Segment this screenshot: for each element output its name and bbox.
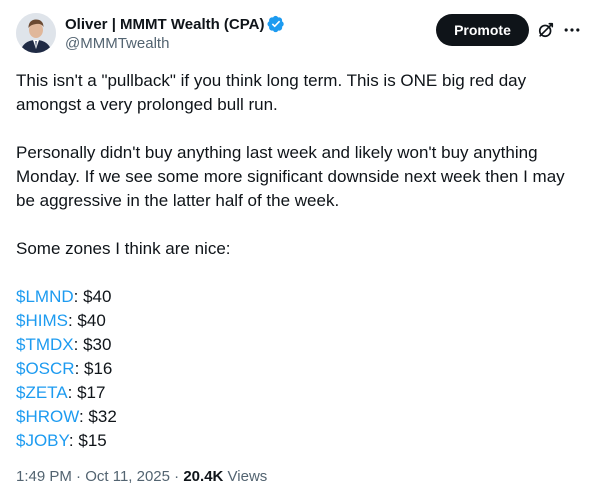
ticker-price: : $15 xyxy=(68,431,107,450)
ticker-price: : $17 xyxy=(67,383,106,402)
cashtag-link[interactable]: $ZETA xyxy=(16,383,68,402)
ticker-price: : $40 xyxy=(67,311,106,330)
ticker-line: $TMDX: $30 xyxy=(16,333,576,357)
tweet-paragraph: Some zones I think are nice: xyxy=(16,239,231,258)
ticker-line: $LMND: $40 xyxy=(16,285,576,309)
more-icon[interactable] xyxy=(562,20,582,40)
ticker-price: : $30 xyxy=(73,335,112,354)
ticker-line: $HIMS: $40 xyxy=(16,309,576,333)
tweet-body: This isn't a "pullback" if you think lon… xyxy=(16,69,576,453)
avatar-photo xyxy=(16,13,56,53)
tweet-meta: 1:49 PM · Oct 11, 2025 · 20.4K Views xyxy=(16,468,267,485)
cashtag-link[interactable]: $HIMS xyxy=(16,311,68,330)
author-handle[interactable]: @MMMTwealth xyxy=(65,35,169,52)
cashtag-link[interactable]: $OSCR xyxy=(16,359,75,378)
meta-separator: · xyxy=(71,468,86,485)
ticker-price: : $32 xyxy=(78,407,117,426)
cashtag-link[interactable]: $HROW xyxy=(16,407,79,426)
tweet-date: Oct 11, 2025 xyxy=(85,468,170,485)
grok-icon[interactable] xyxy=(536,20,556,40)
ticker-line: $OSCR: $16 xyxy=(16,357,576,381)
meta-separator: · xyxy=(170,468,184,485)
tweet-paragraph: Personally didn't buy anything last week… xyxy=(16,143,565,210)
author-name-row: Oliver | MMMT Wealth (CPA) xyxy=(65,13,285,35)
author-name[interactable]: Oliver | MMMT Wealth (CPA) xyxy=(65,16,264,33)
ticker-price: : $40 xyxy=(73,287,112,306)
ticker-line: $HROW: $32 xyxy=(16,405,576,429)
ticker-line: $JOBY: $15 xyxy=(16,429,576,453)
cashtag-link[interactable]: $LMND xyxy=(16,287,74,306)
tweet-time: 1:49 PM xyxy=(16,468,72,485)
tweet-paragraph: This isn't a "pullback" if you think lon… xyxy=(16,71,527,114)
cashtag-link[interactable]: $JOBY xyxy=(16,431,69,450)
views-count[interactable]: 20.4K xyxy=(183,468,223,485)
ticker-price: : $16 xyxy=(74,359,113,378)
timestamp-link[interactable]: 1:49 PM · Oct 11, 2025 xyxy=(16,468,170,485)
promote-button[interactable]: Promote xyxy=(436,14,529,46)
cashtag-link[interactable]: $TMDX xyxy=(16,335,74,354)
ticker-line: $ZETA: $17 xyxy=(16,381,576,405)
views-label: Views xyxy=(223,468,268,485)
verified-badge-icon[interactable] xyxy=(267,15,285,33)
avatar[interactable] xyxy=(16,13,56,53)
